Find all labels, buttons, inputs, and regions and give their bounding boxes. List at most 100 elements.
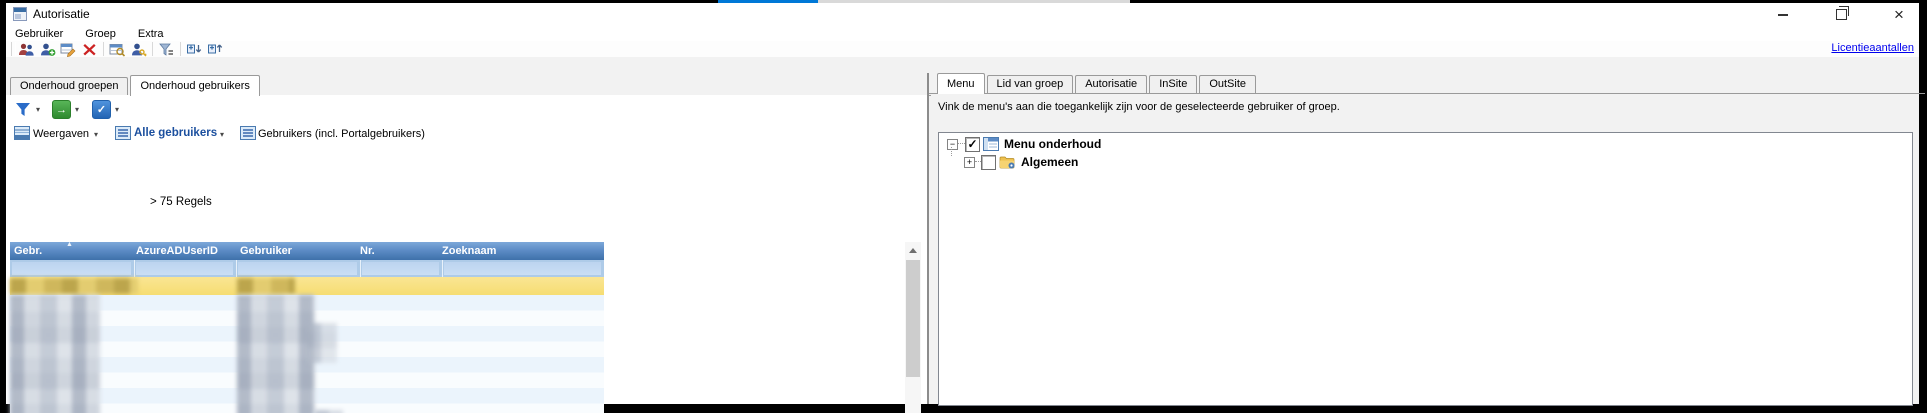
tab-lid-van-groep[interactable]: Lid van groep bbox=[987, 75, 1074, 93]
user-filter-icon bbox=[115, 126, 131, 140]
filter-cell[interactable] bbox=[136, 262, 233, 275]
filter-funnel-icon bbox=[14, 101, 32, 118]
table-vertical-scrollbar[interactable] bbox=[905, 242, 921, 413]
add-user-button[interactable] bbox=[37, 41, 58, 57]
find-grid-icon bbox=[109, 42, 126, 57]
filter-toolbar-button[interactable] bbox=[156, 41, 177, 57]
green-arrow-icon: → bbox=[52, 100, 71, 119]
close-icon: × bbox=[1894, 6, 1904, 23]
row-count-label: > 75 Regels bbox=[150, 196, 212, 208]
sort-ascending-icon: ▲ bbox=[66, 241, 73, 248]
redacted-cell bbox=[307, 323, 337, 363]
tree-label-algemeen[interactable]: Algemeen bbox=[1021, 155, 1078, 169]
menu-table-icon bbox=[983, 137, 999, 151]
tree-item-menu-onderhoud[interactable]: − ✓ Menu onderhoud bbox=[947, 136, 1101, 152]
panel-splitter[interactable] bbox=[927, 73, 929, 404]
menu-gebruiker[interactable]: Gebruiker bbox=[6, 26, 74, 41]
delete-button[interactable] bbox=[79, 41, 100, 57]
delete-icon bbox=[82, 42, 97, 57]
tab-insite[interactable]: InSite bbox=[1149, 75, 1197, 93]
license-counts-link[interactable]: Licentieaantallen bbox=[1831, 42, 1914, 54]
user-permissions-button[interactable] bbox=[128, 41, 149, 57]
scrollbar-thumb[interactable] bbox=[906, 260, 920, 377]
restore-icon bbox=[1836, 9, 1847, 20]
main-toolbar: Licentieaantallen bbox=[6, 41, 1919, 57]
expand-expander-icon[interactable]: + bbox=[964, 157, 975, 168]
user-filter-selection-label[interactable]: Alle gebruikers bbox=[134, 127, 217, 139]
right-tab-strip: Menu Lid van groep Autorisatie InSite Ou… bbox=[929, 73, 1925, 94]
user-key-icon bbox=[130, 42, 147, 57]
toolbar-separator bbox=[103, 42, 104, 56]
apply-filter-button[interactable]: → bbox=[52, 100, 71, 119]
edit-grid-icon bbox=[60, 42, 77, 57]
collapse-all-button[interactable] bbox=[205, 41, 226, 57]
title-bar: Autorisatie × bbox=[6, 3, 1919, 26]
col-header-gebr[interactable]: Gebr. bbox=[14, 245, 42, 257]
tab-menu[interactable]: Menu bbox=[937, 73, 985, 94]
checkbox-algemeen[interactable] bbox=[981, 155, 996, 170]
col-header-gebruiker[interactable]: Gebruiker bbox=[240, 245, 292, 257]
selected-table-row[interactable] bbox=[10, 277, 604, 296]
filter-cell[interactable] bbox=[12, 262, 131, 275]
portal-users-icon bbox=[240, 126, 256, 140]
view-grid-button[interactable] bbox=[107, 41, 128, 57]
table-filter-row[interactable] bbox=[10, 260, 604, 277]
apply-filter-caret-icon[interactable]: ▾ bbox=[75, 105, 79, 114]
select-filter-button[interactable]: ✓ bbox=[92, 100, 111, 119]
expand-plus-up-icon bbox=[207, 42, 224, 57]
menu-bar: Gebruiker Groep Extra bbox=[6, 26, 1919, 41]
views-icon bbox=[14, 126, 30, 140]
window-title: Autorisatie bbox=[33, 7, 90, 21]
table-header-row: ▲ Gebr. AzureADUserID Gebruiker Nr. Zoek… bbox=[10, 242, 604, 260]
col-header-azureaduserid[interactable]: AzureADUserID bbox=[136, 245, 218, 257]
select-filter-caret-icon[interactable]: ▾ bbox=[115, 105, 119, 114]
tree-item-algemeen[interactable]: + Algemeen bbox=[964, 154, 1078, 170]
checkbox-menu-onderhoud[interactable]: ✓ bbox=[965, 137, 980, 152]
col-header-zoeknaam[interactable]: Zoeknaam bbox=[442, 245, 496, 257]
menu-groep[interactable]: Groep bbox=[74, 26, 127, 41]
redacted-column bbox=[237, 295, 315, 413]
menu-extra[interactable]: Extra bbox=[127, 26, 175, 41]
filter-dropdown-button[interactable] bbox=[14, 101, 32, 118]
filter-cell[interactable] bbox=[238, 262, 357, 275]
edit-button[interactable] bbox=[58, 41, 79, 57]
app-icon bbox=[13, 7, 27, 21]
redacted-cell bbox=[237, 278, 295, 294]
restore-button[interactable] bbox=[1829, 6, 1853, 24]
redacted-column bbox=[10, 295, 100, 413]
users-button[interactable] bbox=[16, 41, 37, 57]
minimize-button[interactable] bbox=[1771, 6, 1795, 24]
users-tab-page: ▾ → ▾ ✓ ▾ > 75 Regels Weergaven ▾ Alle g… bbox=[6, 95, 927, 404]
filter-caret-icon[interactable]: ▾ bbox=[36, 105, 40, 114]
filter-cell[interactable] bbox=[362, 262, 439, 275]
tab-onderhoud-gebruikers[interactable]: Onderhoud gebruikers bbox=[130, 75, 259, 96]
close-button[interactable]: × bbox=[1887, 6, 1911, 24]
expand-plus-down-icon bbox=[186, 42, 203, 57]
tree-label-menu-onderhoud[interactable]: Menu onderhoud bbox=[1004, 137, 1101, 151]
left-tab-strip: Onderhoud groepen Onderhoud gebruikers bbox=[6, 75, 931, 96]
users-icon bbox=[18, 42, 35, 57]
check-icon: ✓ bbox=[967, 139, 977, 149]
redacted-cell bbox=[10, 278, 138, 294]
folder-gear-icon bbox=[999, 155, 1016, 169]
toolbar-separator bbox=[180, 42, 181, 56]
user-filter-caret-icon[interactable]: ▾ bbox=[220, 130, 224, 139]
col-header-nr[interactable]: Nr. bbox=[360, 245, 375, 257]
app-window: Autorisatie × Gebruiker Groep Extra bbox=[0, 0, 1927, 413]
table-rows-area[interactable] bbox=[10, 295, 604, 413]
menu-tree: − ✓ Menu onderhoud + Algemeen bbox=[938, 132, 1913, 406]
scroll-up-icon[interactable] bbox=[909, 248, 917, 253]
filter-cell[interactable] bbox=[444, 262, 601, 275]
filter-icon bbox=[158, 42, 175, 57]
expand-all-button[interactable] bbox=[184, 41, 205, 57]
menu-tab-description: Vink de menu's aan die toegankelijk zijn… bbox=[938, 101, 1340, 113]
toolbar-separator bbox=[152, 42, 153, 56]
tab-onderhoud-groepen[interactable]: Onderhoud groepen bbox=[10, 77, 128, 95]
add-user-icon bbox=[39, 42, 56, 57]
tab-outsite[interactable]: OutSite bbox=[1199, 75, 1256, 93]
views-dropdown-label[interactable]: Weergaven bbox=[33, 128, 89, 140]
tab-autorisatie[interactable]: Autorisatie bbox=[1075, 75, 1147, 93]
portal-users-label[interactable]: Gebruikers (incl. Portalgebruikers) bbox=[258, 128, 425, 140]
views-caret-icon[interactable]: ▾ bbox=[94, 130, 98, 139]
minimize-icon bbox=[1778, 14, 1788, 16]
